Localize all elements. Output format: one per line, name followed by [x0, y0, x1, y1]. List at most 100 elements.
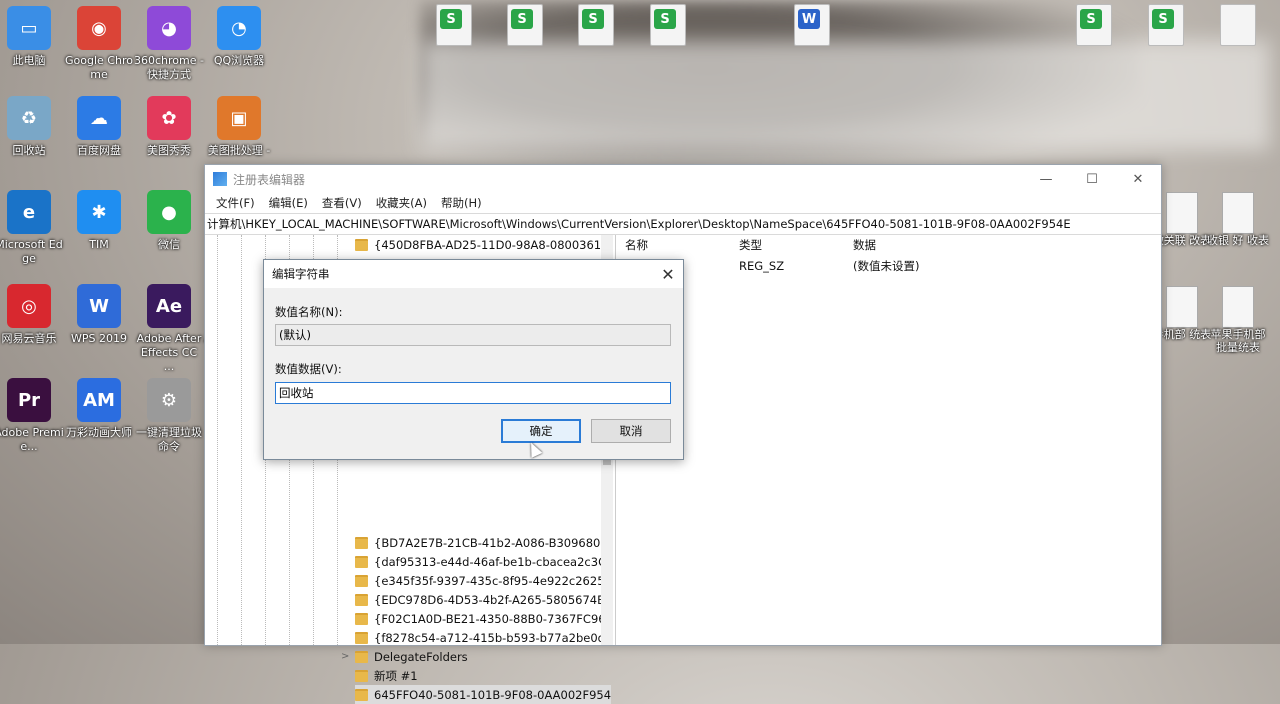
app-icon: Ae [147, 284, 191, 328]
folder-icon [355, 631, 368, 644]
desktop-icon-label: 一键清理垃圾命令 [136, 426, 202, 453]
value-row[interactable]: REG_SZ (数值未设置) [617, 255, 1161, 277]
tree-guide-line [217, 235, 219, 645]
desktop-icon[interactable]: ✿ 美图秀秀 [134, 96, 204, 158]
desktop-icon[interactable]: AM 万彩动画大师 [64, 378, 134, 440]
desktop-icon-label: Google Chrome [65, 54, 133, 81]
folder-icon [355, 536, 368, 549]
edit-string-dialog: 编辑字符串 ✕ 数值名称(N): 数值数据(V): 确定 取消 [263, 259, 684, 460]
tree-key-label: {F02C1A0D-BE21-4350-88B0-7367FC96E [374, 611, 613, 626]
desktop-icon[interactable]: ✱ TIM [64, 190, 134, 252]
desktop-document[interactable]: 收银 好 收表 [1206, 192, 1270, 247]
desktop-file-icon[interactable]: S [1148, 4, 1184, 46]
desktop-icon[interactable]: ◔ QQ浏览器 [204, 6, 274, 68]
desktop-file-icon[interactable]: S [650, 4, 686, 46]
ok-button[interactable]: 确定 [501, 419, 581, 443]
column-name-header[interactable]: 名称 [617, 237, 739, 253]
desktop-icon[interactable]: e Microsoft Edge [0, 190, 64, 266]
tree-key[interactable]: {450D8FBA-AD25-11D0-98A8-0800361E [355, 235, 608, 254]
tree-key[interactable]: {BD7A2E7B-21CB-41b2-A086-B309680C [355, 533, 608, 552]
cancel-button[interactable]: 取消 [591, 419, 671, 443]
dialog-close-icon[interactable]: ✕ [653, 265, 683, 284]
desktop-icon[interactable]: ▭ 此电脑 [0, 6, 64, 68]
column-data-header[interactable]: 数据 [853, 237, 1053, 253]
desktop-file-icon[interactable]: S [507, 4, 543, 46]
tree-key[interactable]: > DelegateFolders [341, 647, 468, 666]
file-type-icon: S [1152, 9, 1174, 29]
desktop-icon-label: QQ浏览器 [213, 54, 265, 67]
tree-key-label: {BD7A2E7B-21CB-41b2-A086-B309680C [374, 535, 609, 550]
desktop-icon-label: 微信 [158, 238, 180, 251]
tree-key-label: {f8278c54-a712-415b-b593-b77a2be0d [374, 630, 605, 645]
regedit-app-icon [213, 172, 227, 186]
app-icon: e [7, 190, 51, 234]
tree-key-label: 645FFO40-5081-101B-9F08-0AA002F954 [374, 687, 612, 702]
desktop-file-icon[interactable]: S [436, 4, 472, 46]
dialog-titlebar[interactable]: 编辑字符串 ✕ [264, 260, 683, 288]
desktop-icon[interactable]: ♻ 回收站 [0, 96, 64, 158]
tree-key-label: DelegateFolders [374, 649, 468, 664]
desktop-file-icon[interactable]: S [578, 4, 614, 46]
desktop-document[interactable]: 苹果手机部 批量统表 [1206, 286, 1270, 354]
expand-chevron-icon[interactable]: > [341, 651, 353, 662]
tree-key-label: {EDC978D6-4D53-4b2f-A265-5805674B [374, 592, 606, 607]
desktop-icon[interactable]: Pr Adobe Premie... [0, 378, 64, 454]
close-button[interactable]: ✕ [1115, 165, 1161, 193]
menu-edit[interactable]: 编辑(E) [262, 195, 315, 211]
desktop-file-icon[interactable]: S [1076, 4, 1112, 46]
app-icon: Pr [7, 378, 51, 422]
values-pane[interactable]: 名称 类型 数据 REG_SZ (数值未设置) [617, 235, 1161, 645]
maximize-button[interactable]: ☐ [1069, 165, 1115, 193]
menu-view[interactable]: 查看(V) [315, 195, 369, 211]
folder-icon [355, 612, 368, 625]
folder-icon [355, 574, 368, 587]
folder-icon [355, 669, 368, 682]
app-icon: W [77, 284, 121, 328]
desktop-icon-label: 360chrome - 快捷方式 [134, 54, 204, 81]
menu-file[interactable]: 文件(F) [209, 195, 262, 211]
app-icon: ✿ [147, 96, 191, 140]
document-icon [1222, 286, 1254, 328]
minimize-button[interactable]: — [1023, 165, 1069, 193]
tree-key[interactable]: {F02C1A0D-BE21-4350-88B0-7367FC96E [355, 609, 613, 628]
app-icon: ● [147, 190, 191, 234]
document-icon [1166, 192, 1198, 234]
tree-key[interactable]: {e345f35f-9397-435c-8f95-4e922c26259 [355, 571, 612, 590]
tree-key[interactable]: {daf95313-e44d-46af-be1b-cbacea2c3C [355, 552, 606, 571]
app-icon: ◔ [217, 6, 261, 50]
desktop-icon[interactable]: ⚙ 一键清理垃圾命令 [134, 378, 204, 454]
tree-key-label: {e345f35f-9397-435c-8f95-4e922c26259 [374, 573, 612, 588]
desktop-file-icon[interactable] [1220, 4, 1256, 46]
menu-help[interactable]: 帮助(H) [434, 195, 489, 211]
desktop-icon-label: Adobe Premie... [0, 426, 64, 453]
menu-bar: 文件(F) 编辑(E) 查看(V) 收藏夹(A) 帮助(H) [205, 193, 1161, 213]
desktop-icon[interactable]: ◎ 网易云音乐 [0, 284, 64, 346]
desktop-file-icon[interactable]: W [794, 4, 830, 46]
desktop-icon[interactable]: ◕ 360chrome - 快捷方式 [134, 6, 204, 82]
app-icon: ◉ [77, 6, 121, 50]
app-icon: ◕ [147, 6, 191, 50]
desktop-icon[interactable]: ● 微信 [134, 190, 204, 252]
tree-key[interactable]: {EDC978D6-4D53-4b2f-A265-5805674B [355, 590, 605, 609]
desktop-icon[interactable]: ☁ 百度网盘 [64, 96, 134, 158]
app-icon: AM [77, 378, 121, 422]
value-data: (数值未设置) [853, 259, 920, 273]
menu-favorites[interactable]: 收藏夹(A) [369, 195, 434, 211]
file-type-icon: S [511, 9, 533, 29]
desktop-icon[interactable]: Ae Adobe After Effects CC ... [134, 284, 204, 374]
document-icon [1222, 192, 1254, 234]
file-type-icon: S [1080, 9, 1102, 29]
column-type-header[interactable]: 类型 [739, 237, 853, 253]
value-name-label: 数值名称(N): [275, 305, 343, 319]
tree-key[interactable]: {f8278c54-a712-415b-b593-b77a2be0d [355, 628, 605, 647]
desktop-icon[interactable]: ◉ Google Chrome [64, 6, 134, 82]
desktop-icon[interactable]: ▣ 美图批处理 - [204, 96, 274, 158]
desktop-icon[interactable]: W WPS 2019 [64, 284, 134, 346]
address-bar[interactable]: 计算机\HKEY_LOCAL_MACHINE\SOFTWARE\Microsof… [205, 213, 1161, 235]
file-type-icon: S [654, 9, 676, 29]
value-data-field[interactable] [275, 382, 671, 404]
tree-key[interactable]: 新项 #1 [355, 666, 418, 685]
tree-key[interactable]: 645FFO40-5081-101B-9F08-0AA002F954 [355, 685, 612, 704]
tree-key-label: 新项 #1 [374, 668, 418, 683]
window-titlebar[interactable]: 注册表编辑器 — ☐ ✕ [205, 165, 1161, 193]
